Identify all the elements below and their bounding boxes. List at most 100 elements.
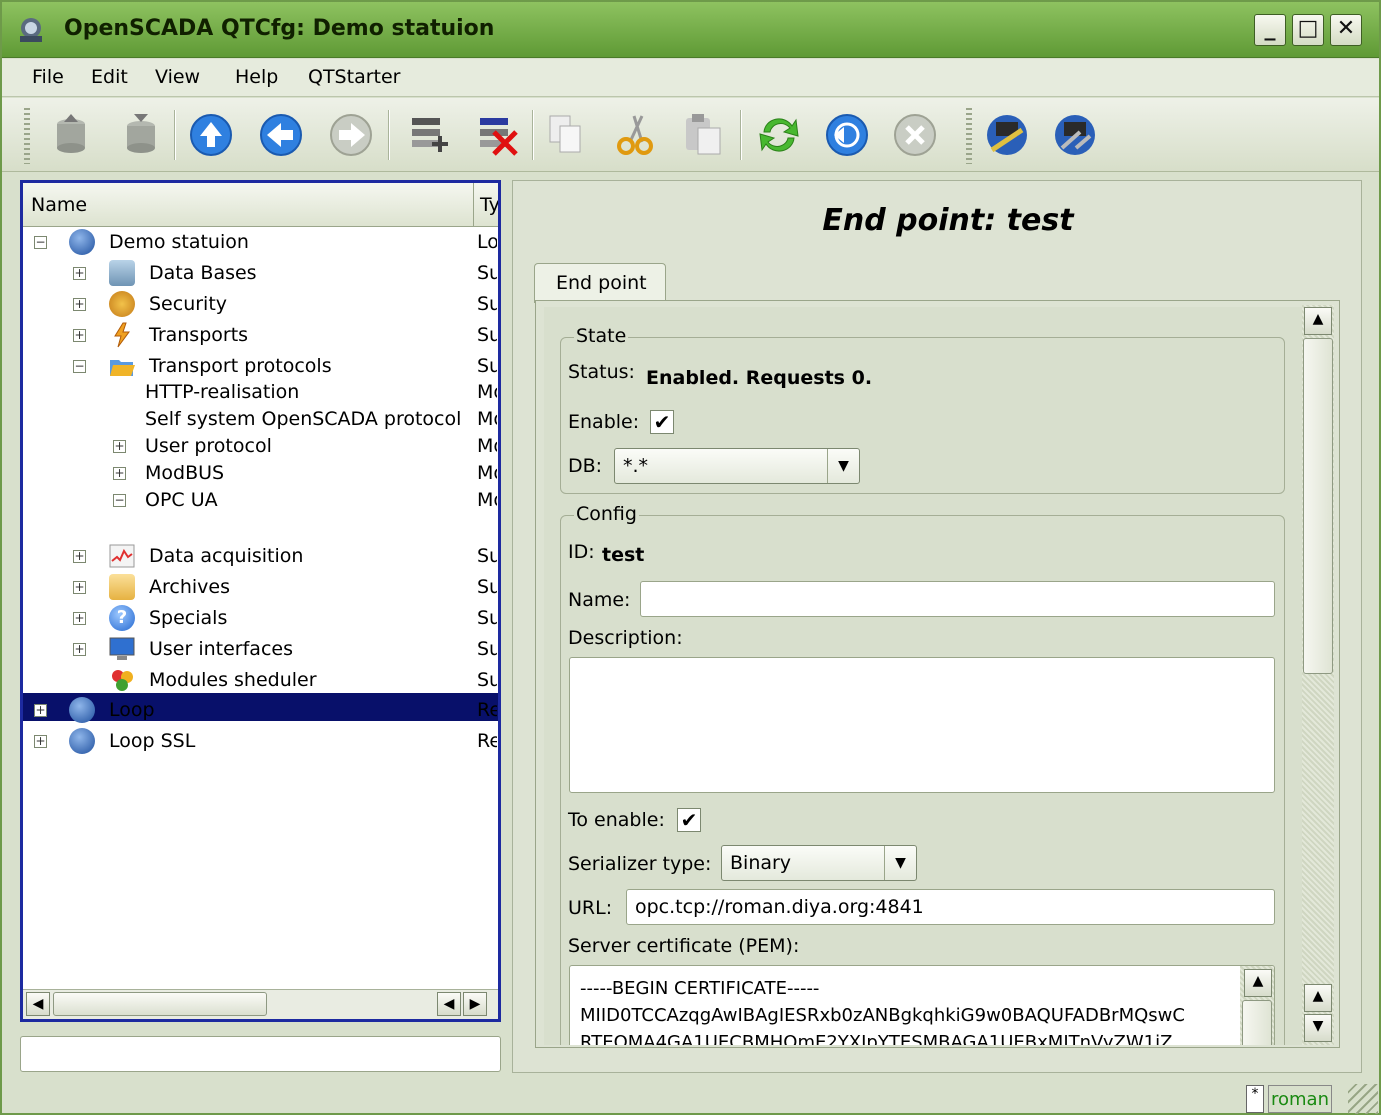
menu-help[interactable]: Help	[235, 66, 278, 88]
tree-item-specials[interactable]: + ? Specials Su	[23, 603, 498, 633]
tree-item-label: Archives	[149, 576, 230, 598]
tree-item-modbus[interactable]: + ModBUS Mo	[23, 462, 498, 489]
maximize-button[interactable]: □	[1292, 14, 1324, 46]
db-select[interactable]: *.* ▼	[614, 448, 860, 484]
serializer-select[interactable]: Binary ▼	[721, 845, 917, 881]
navigation-tree[interactable]: Name Ty − Demo statuion Lo + Data Bases …	[20, 180, 501, 1022]
scroll-left-icon[interactable]: ◀	[437, 992, 461, 1016]
expand-icon[interactable]: +	[73, 612, 86, 625]
expand-icon[interactable]: +	[73, 581, 86, 594]
tree-item-transports[interactable]: + Transports Su	[23, 320, 498, 350]
remote-config-icon[interactable]	[1050, 112, 1100, 158]
tree-item-archives[interactable]: + Archives Su	[23, 572, 498, 602]
tree-item-loop[interactable]: + Loop Re	[23, 695, 498, 725]
tree-item-type: Mo	[477, 489, 497, 511]
tree-item-http[interactable]: HTTP-realisation Mo	[23, 381, 498, 408]
scroll-right-icon[interactable]: ▶	[463, 992, 487, 1016]
tree-item-type: Su	[477, 545, 497, 567]
certificate-line: MIID0TCCAzqgAwIBAgIESRxb0zANBgkqhkiG9w0B…	[580, 1005, 1185, 1026]
config-group-title: Config	[574, 503, 639, 525]
expand-icon[interactable]: +	[73, 643, 86, 656]
copy-icon[interactable]	[542, 112, 592, 158]
horizontal-scrollbar[interactable]: ◀ ◀ ▶	[23, 989, 498, 1019]
close-button[interactable]: ✕	[1330, 14, 1362, 46]
tree-header: Name Ty	[23, 183, 498, 227]
toolbar	[2, 98, 1379, 172]
name-label: Name:	[568, 589, 631, 611]
tree-item-data-acquisition[interactable]: + Data acquisition Su	[23, 541, 498, 571]
tree-item-security[interactable]: + Security Su	[23, 289, 498, 319]
delete-item-icon[interactable]	[472, 112, 522, 158]
scroll-left-icon[interactable]: ◀	[26, 992, 50, 1016]
db-load-icon[interactable]	[46, 112, 96, 158]
collapse-icon[interactable]: −	[113, 494, 126, 507]
expand-icon[interactable]: +	[113, 467, 126, 480]
expand-icon[interactable]: +	[73, 267, 86, 280]
menu-file[interactable]: File	[32, 66, 64, 88]
tree-item-modules-sheduler[interactable]: Modules sheduler Su	[23, 665, 498, 695]
up-icon[interactable]	[186, 112, 236, 158]
add-item-icon[interactable]	[404, 112, 454, 158]
url-input[interactable]: opc.tcp://roman.diya.org:4841	[626, 889, 1275, 925]
forward-icon[interactable]	[326, 112, 376, 158]
status-input[interactable]	[20, 1036, 501, 1072]
scroll-down-icon[interactable]: ▼	[1304, 1014, 1332, 1042]
tree-item-type: Su	[477, 607, 497, 629]
db-save-icon[interactable]	[116, 112, 166, 158]
tree-item-user-interfaces[interactable]: + User interfaces Su	[23, 634, 498, 664]
resize-grip-icon[interactable]	[1348, 1084, 1378, 1114]
toolbar-grip[interactable]	[966, 108, 972, 164]
toolbar-grip[interactable]	[24, 108, 30, 164]
tree-item-data-bases[interactable]: + Data Bases Su	[23, 258, 498, 288]
expand-icon[interactable]: +	[34, 704, 47, 717]
menu-edit[interactable]: Edit	[91, 66, 128, 88]
tree-item-opc-ua[interactable]: − OPC UA Mo	[23, 489, 498, 516]
tree-item-test[interactable]: test En	[23, 516, 498, 543]
scrollbar-thumb[interactable]	[1242, 1000, 1272, 1045]
expand-icon[interactable]: +	[73, 329, 86, 342]
modified-indicator: *	[1246, 1085, 1264, 1113]
menu-view[interactable]: View	[155, 66, 200, 88]
collapse-icon[interactable]: −	[73, 360, 86, 373]
menu-qtstarter[interactable]: QTStarter	[308, 66, 400, 88]
scroll-up-icon[interactable]: ▲	[1304, 984, 1332, 1012]
column-name-header[interactable]: Name	[31, 194, 87, 216]
remote-station-icon[interactable]	[982, 112, 1032, 158]
tree-item-label: HTTP-realisation	[145, 381, 300, 403]
tree-item-label: Transport protocols	[149, 355, 332, 377]
expand-icon[interactable]: +	[73, 298, 86, 311]
tree-item-loop-ssl[interactable]: + Loop SSL Re	[23, 726, 498, 756]
title-bar[interactable]: OpenSCADA QTCfg: Demo statuion _ □ ✕	[2, 2, 1379, 58]
column-type-header[interactable]: Ty	[473, 183, 498, 227]
name-input[interactable]	[640, 581, 1275, 617]
scrollbar-thumb[interactable]	[1303, 338, 1333, 674]
scroll-up-icon[interactable]: ▲	[1304, 307, 1332, 335]
paste-icon[interactable]	[678, 112, 728, 158]
start-icon[interactable]	[822, 112, 872, 158]
tree-item-self-system[interactable]: Self system OpenSCADA protocol Mo	[23, 408, 498, 435]
scrollbar-thumb[interactable]	[53, 992, 267, 1016]
tree-item-transport-protocols[interactable]: − Transport protocols Su	[23, 351, 498, 381]
enable-checkbox[interactable]: ✔	[650, 410, 674, 434]
to-enable-checkbox[interactable]: ✔	[677, 808, 701, 832]
description-textarea[interactable]	[569, 657, 1275, 793]
tree-item-demo-statuion[interactable]: − Demo statuion Lo	[23, 227, 498, 257]
expand-icon[interactable]: +	[113, 440, 126, 453]
tab-end-point[interactable]: End point	[534, 263, 666, 303]
cut-icon[interactable]	[612, 112, 662, 158]
collapse-icon[interactable]: −	[34, 236, 47, 249]
tree-item-label: Modules sheduler	[149, 669, 317, 691]
scroll-up-icon[interactable]: ▲	[1244, 969, 1272, 997]
tree-item-user-protocol[interactable]: + User protocol Mo	[23, 435, 498, 462]
tree-item-label: Data acquisition	[149, 545, 304, 567]
refresh-icon[interactable]	[754, 112, 804, 158]
certificate-textarea[interactable]: -----BEGIN CERTIFICATE----- MIID0TCCAzqg…	[569, 965, 1275, 1045]
stop-icon[interactable]	[890, 112, 940, 158]
tree-item-type: Mo	[477, 435, 497, 457]
expand-icon[interactable]: +	[73, 550, 86, 563]
minimize-button[interactable]: _	[1254, 14, 1286, 46]
user-indicator[interactable]: roman	[1268, 1085, 1332, 1113]
back-icon[interactable]	[256, 112, 306, 158]
expand-icon[interactable]: +	[34, 735, 47, 748]
tree-item-label: Demo statuion	[109, 231, 249, 253]
